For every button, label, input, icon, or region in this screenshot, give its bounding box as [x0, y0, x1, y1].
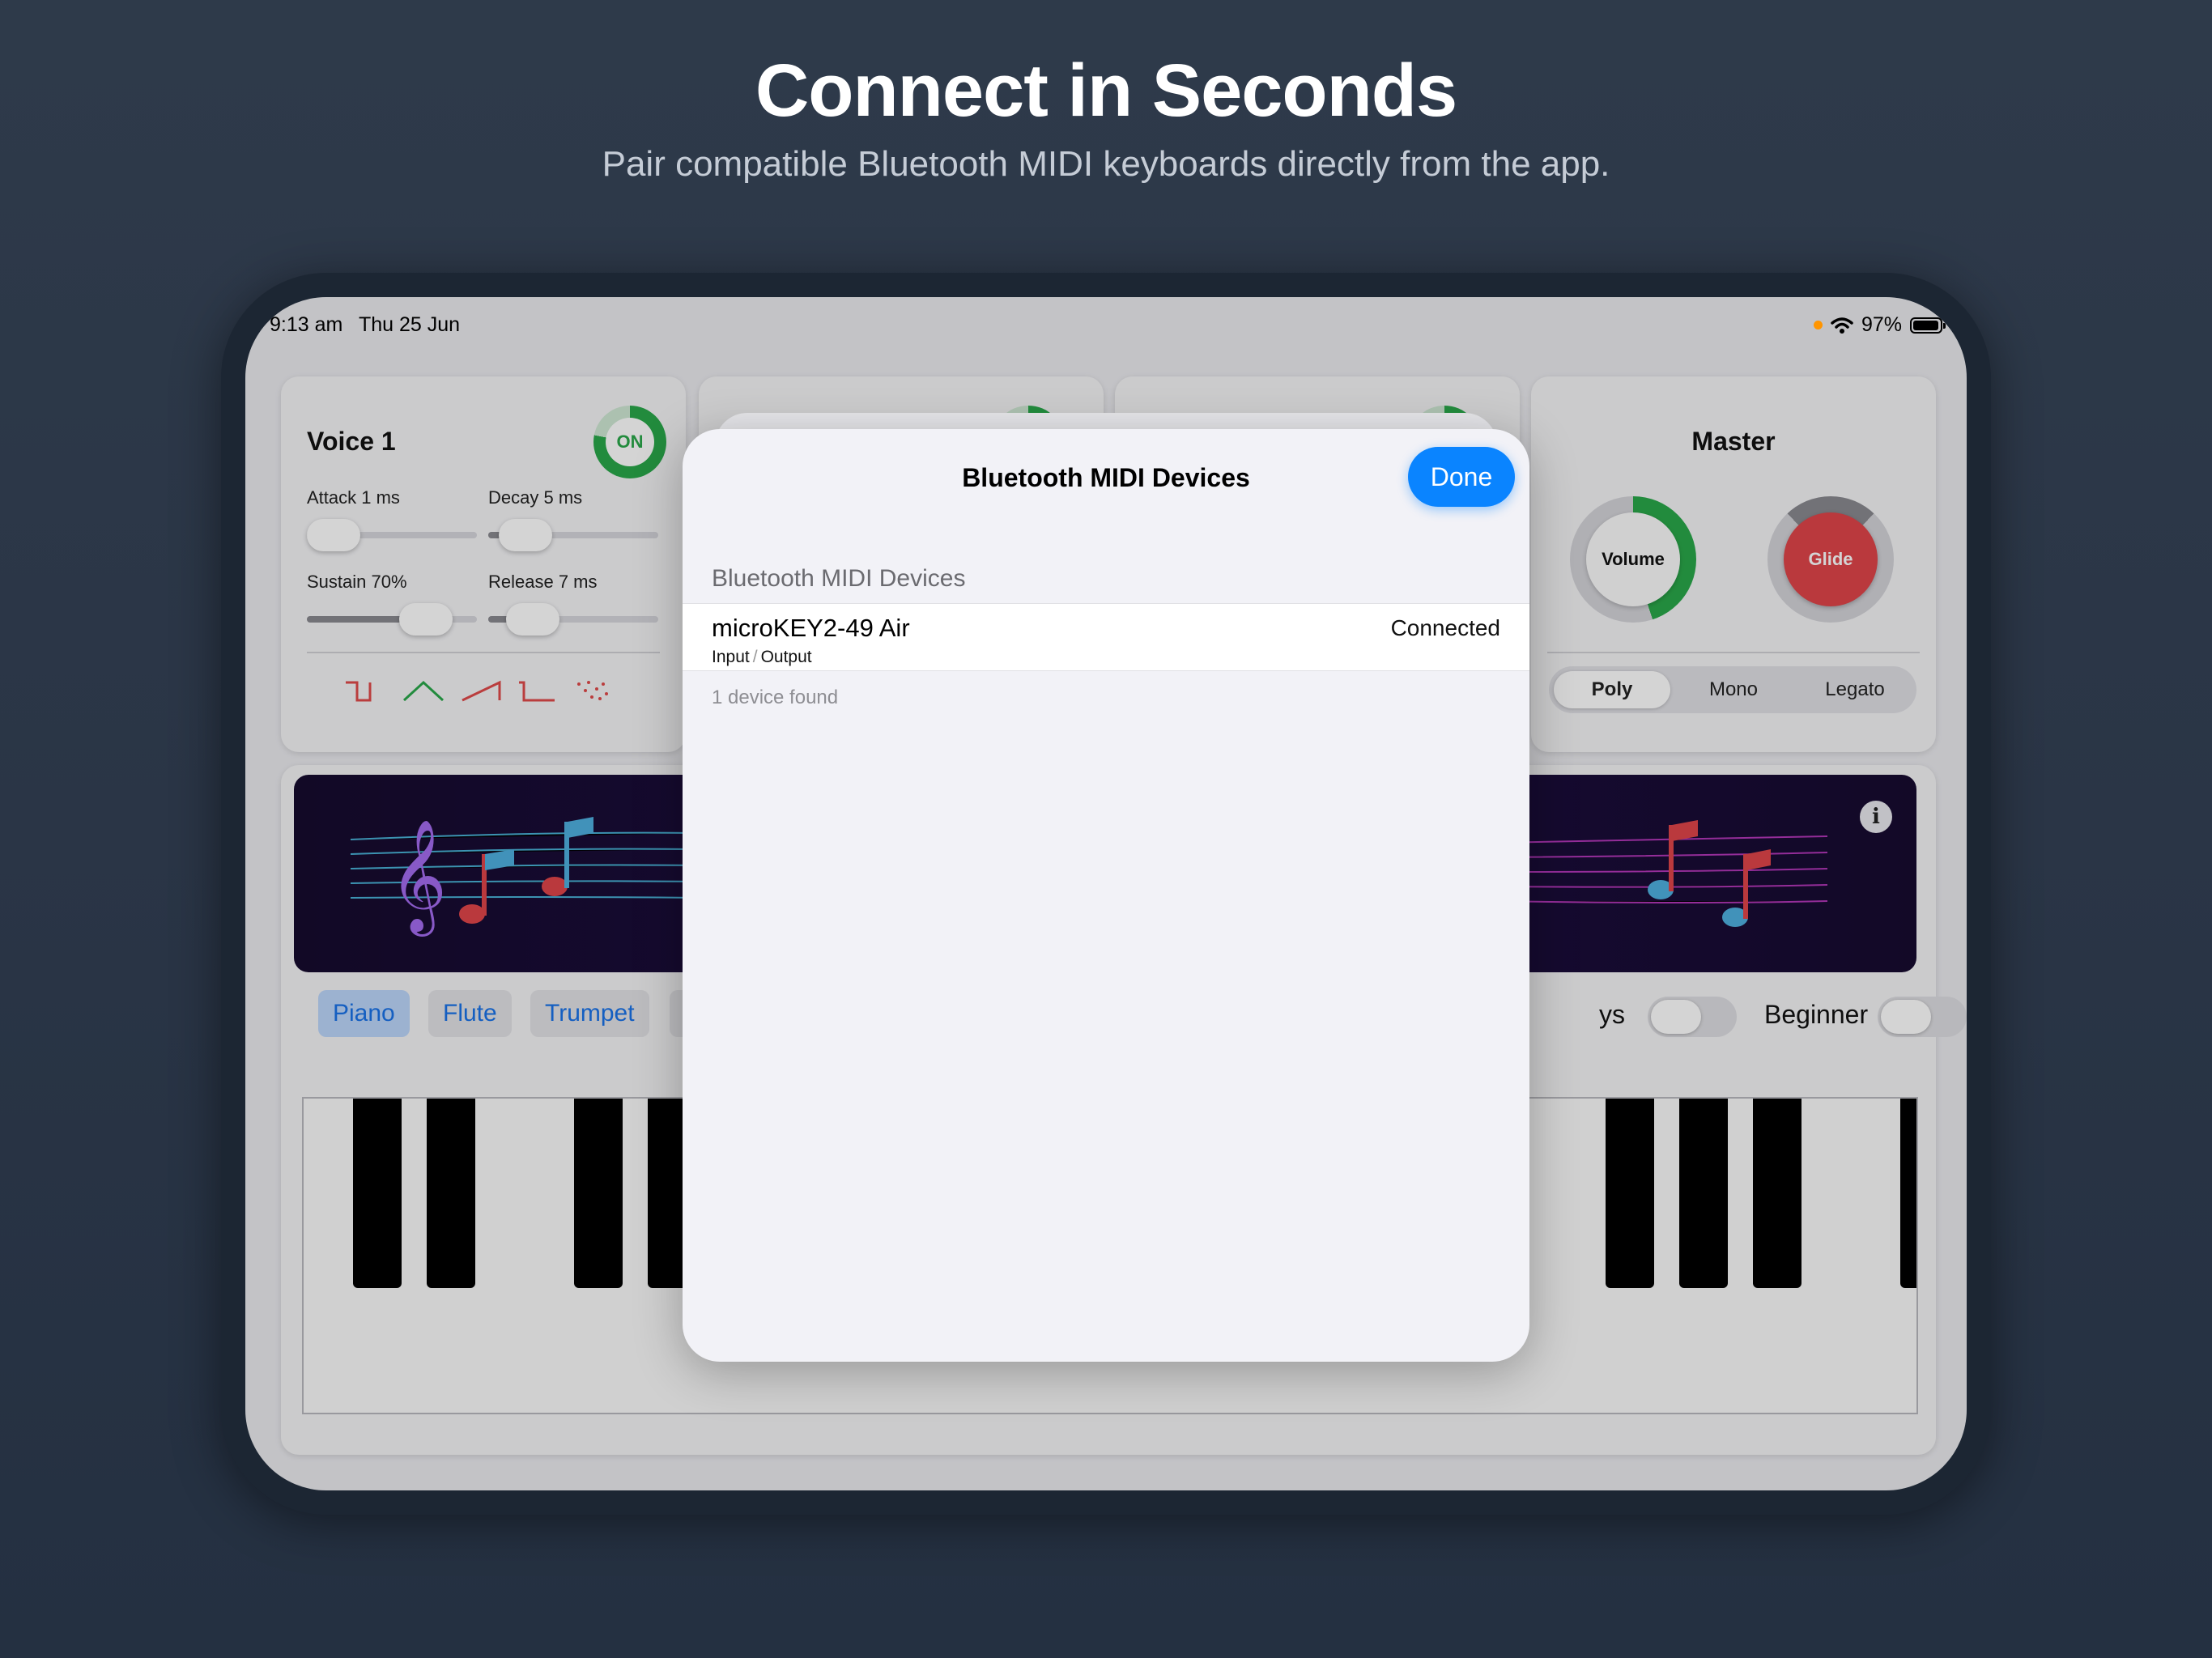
sheet-title: Bluetooth MIDI Devices [962, 463, 1250, 492]
done-button[interactable]: Done [1408, 447, 1515, 507]
status-time: 9:13 am [270, 313, 343, 336]
battery-percent: 97% [1861, 313, 1902, 336]
bluetooth-sheet: Bluetooth MIDI Devices Done Bluetooth MI… [683, 429, 1529, 1362]
ipad-screen: 9:13 am Thu 25 Jun 97% Voice 1 ON Attack… [245, 297, 1967, 1490]
subheadline: Pair compatible Bluetooth MIDI keyboards… [602, 144, 1610, 184]
device-io-output: Output [760, 648, 812, 666]
device-name: microKEY2-49 Air [712, 614, 910, 642]
battery-icon [1910, 317, 1946, 334]
wifi-icon [1831, 317, 1853, 334]
device-io: Input / Output [712, 648, 812, 666]
device-count: 1 device found [712, 687, 839, 708]
devices-section-header: Bluetooth MIDI Devices [712, 565, 966, 592]
mic-indicator-icon [1813, 321, 1823, 329]
status-bar: 9:13 am Thu 25 Jun 97% [245, 297, 1967, 346]
device-io-input: Input [712, 648, 750, 666]
device-row[interactable]: microKEY2-49 Air Input / Output Connected [683, 603, 1529, 671]
headline: Connect in Seconds [755, 49, 1457, 132]
device-status: Connected [1390, 615, 1500, 640]
ipad-frame: 9:13 am Thu 25 Jun 97% Voice 1 ON Attack… [221, 273, 1991, 1515]
status-indicators: 97% [1813, 313, 1946, 337]
status-date: Thu 25 Jun [359, 313, 461, 336]
